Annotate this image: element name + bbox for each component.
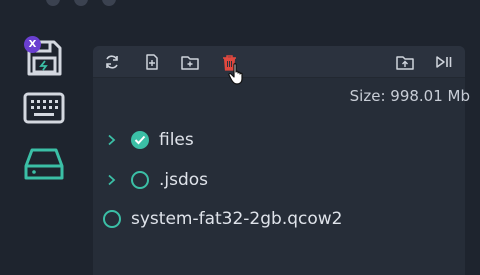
unchecked-circle-icon[interactable] xyxy=(103,210,121,228)
toolbar xyxy=(93,46,465,78)
size-label: Size: 998.01 Mb xyxy=(349,87,470,105)
upload-folder-icon xyxy=(396,55,414,70)
new-file-button[interactable] xyxy=(143,53,161,71)
unchecked-circle-icon[interactable] xyxy=(131,171,149,189)
floppy-disk-button[interactable]: X xyxy=(22,36,66,80)
keyboard-icon xyxy=(23,92,65,124)
refresh-button[interactable] xyxy=(103,53,121,71)
new-file-icon xyxy=(146,54,158,70)
tree-item-jsdos[interactable]: .jsdos xyxy=(107,165,208,195)
chevron-right-icon[interactable] xyxy=(107,173,121,187)
disk-badge: X xyxy=(24,36,41,53)
window-controls xyxy=(46,0,116,6)
tree-item-files[interactable]: files xyxy=(107,125,194,155)
checked-circle-icon[interactable] xyxy=(131,131,149,149)
hand-pointer-icon xyxy=(228,63,243,85)
new-folder-icon xyxy=(181,55,199,70)
hand-pointer-cursor xyxy=(227,62,251,90)
upload-folder-button[interactable] xyxy=(396,53,414,71)
tree-item-label: .jsdos xyxy=(159,170,209,190)
window-dot[interactable] xyxy=(46,0,60,6)
tree-item-label: system-fat32-2gb.qcow2 xyxy=(131,209,343,229)
refresh-icon xyxy=(106,55,118,69)
new-folder-button[interactable] xyxy=(181,53,199,71)
tree-item-label: files xyxy=(159,130,194,150)
sidebar: X xyxy=(0,30,90,275)
window-dot[interactable] xyxy=(74,0,88,6)
tree-item-system-image[interactable]: system-fat32-2gb.qcow2 xyxy=(103,204,343,234)
play-pause-button[interactable] xyxy=(435,53,453,71)
hard-drive-button[interactable] xyxy=(22,142,66,186)
play-pause-icon xyxy=(436,56,452,68)
window-dot[interactable] xyxy=(102,0,116,6)
keyboard-button[interactable] xyxy=(22,86,66,130)
hard-drive-icon xyxy=(24,148,64,180)
file-manager-panel xyxy=(93,46,465,275)
chevron-right-icon[interactable] xyxy=(107,133,121,147)
